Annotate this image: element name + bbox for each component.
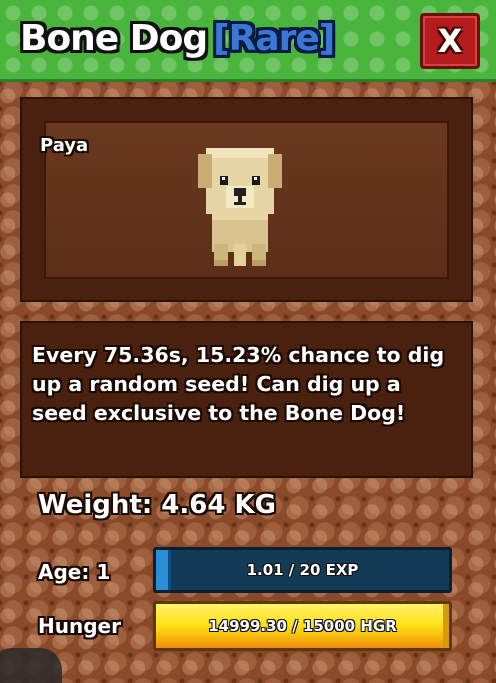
owner-name: Paya xyxy=(40,135,89,156)
close-button[interactable]: X xyxy=(420,13,480,69)
exp-text: 1.01 / 20 EXP xyxy=(246,561,359,579)
hunger-text: 14999.30 / 15000 HGR xyxy=(208,617,397,635)
description-line-1: Every 75.36s, 15.23% chance to dig xyxy=(32,343,445,367)
description-panel: Every 75.36s, 15.23% chance to dig up a … xyxy=(20,321,473,478)
exp-progress-bar: 1.01 / 20 EXP xyxy=(153,547,452,593)
hunger-label: Hunger xyxy=(38,614,121,638)
description-line-2: up a random seed! Can dig up a xyxy=(32,372,401,396)
hunger-progress-bar: 14999.30 / 15000 HGR xyxy=(153,601,452,651)
weight-label: Weight: 4.64 KG xyxy=(38,490,276,520)
age-label: Age: 1 xyxy=(38,560,111,584)
pet-name-title: Bone Dog xyxy=(20,18,208,59)
close-icon: X xyxy=(437,22,463,60)
corner-overlay xyxy=(0,648,62,683)
pet-title: Bone Dog [Rare] xyxy=(20,18,335,59)
bone-dog-icon xyxy=(198,148,282,266)
description-line-3: seed exclusive to the Bone Dog! xyxy=(32,401,406,425)
header-bar: Bone Dog [Rare] X xyxy=(0,0,496,82)
rarity-label: [Rare] xyxy=(213,18,335,59)
